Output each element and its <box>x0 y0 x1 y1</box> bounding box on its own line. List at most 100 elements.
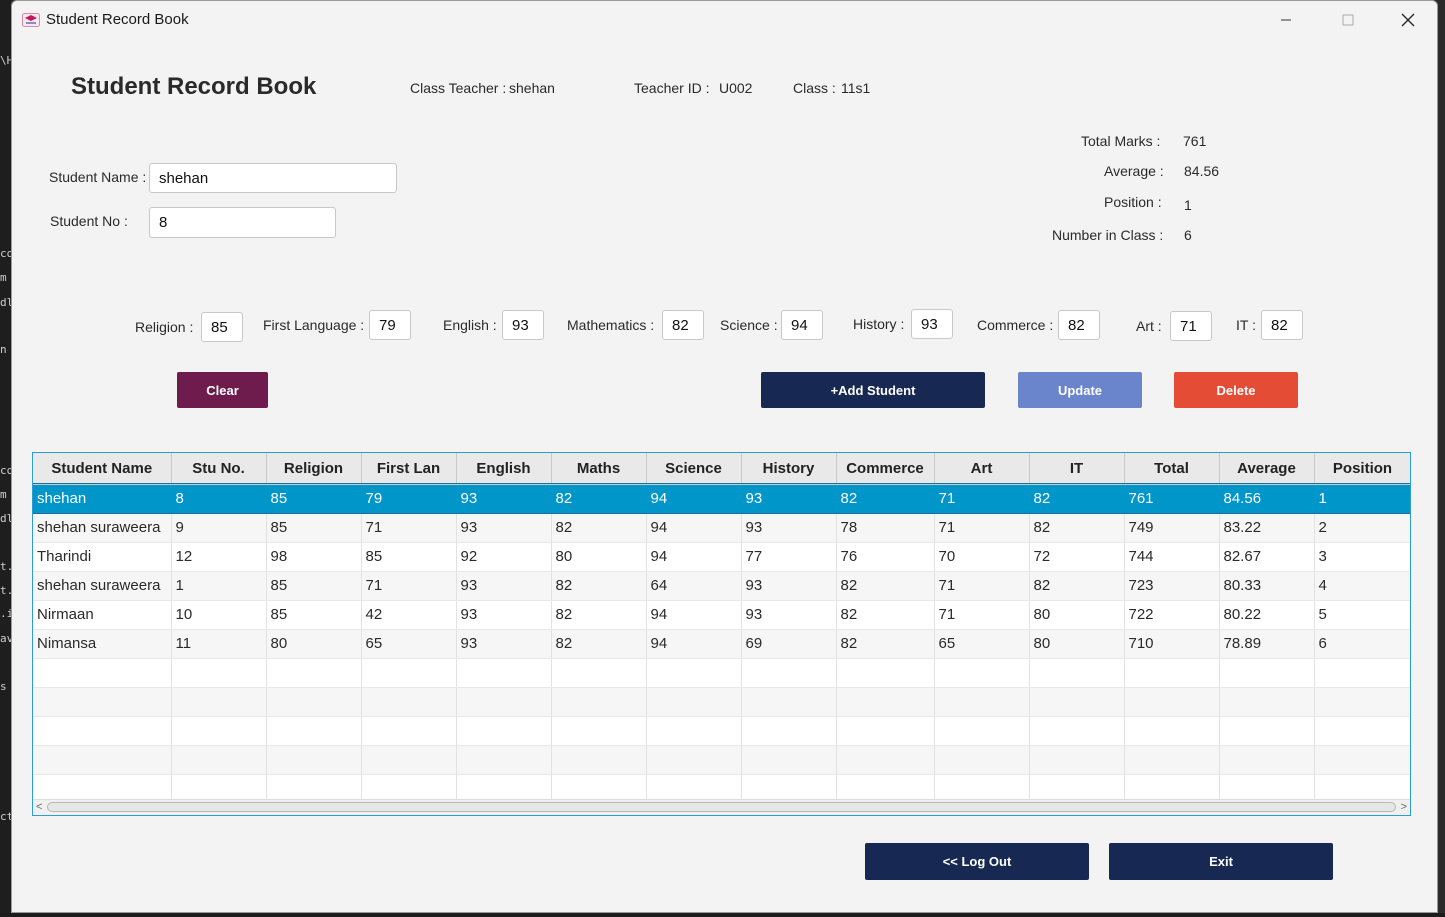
science-input[interactable]: 94 <box>781 310 823 340</box>
table-row-selected[interactable]: shehan 8 85 79 93 82 94 93 82 71 82 761 84.56 1 <box>33 483 1410 514</box>
log-out-button[interactable]: << Log Out <box>865 843 1089 880</box>
table-cell: 72 <box>1029 542 1125 572</box>
table-cell: 93 <box>741 600 837 630</box>
it-input[interactable]: 82 <box>1261 310 1303 340</box>
table-cell: 8 <box>171 484 267 514</box>
table-cell-empty <box>33 658 172 688</box>
table-cell: 80 <box>266 629 362 659</box>
table-cell: Tharindi <box>33 542 172 572</box>
mathematics-input[interactable]: 82 <box>662 310 704 340</box>
religion-input[interactable]: 85 <box>201 312 243 342</box>
table-cell-empty <box>741 745 837 775</box>
english-input[interactable]: 93 <box>502 310 544 340</box>
column-header[interactable]: Science <box>646 453 742 485</box>
table-cell-empty <box>934 716 1030 746</box>
column-header[interactable]: Art <box>934 453 1030 485</box>
table-cell: 4 <box>1314 571 1410 601</box>
column-header[interactable]: Stu No. <box>171 453 267 485</box>
column-header[interactable]: Religion <box>266 453 362 485</box>
table-row-empty[interactable] <box>33 687 1410 717</box>
table-cell: Nimansa <box>33 629 172 659</box>
close-button[interactable] <box>1385 1 1431 39</box>
table-cell: 71 <box>934 484 1030 514</box>
table-cell: 92 <box>456 542 552 572</box>
table-cell: 64 <box>646 571 742 601</box>
delete-button[interactable]: Delete <box>1174 372 1298 408</box>
table-row[interactable]: shehan suraweera 9 85 71 93 82 94 93 78 71 82 749 83… <box>33 513 1410 543</box>
science-label: Science : <box>720 317 778 333</box>
exit-button[interactable]: Exit <box>1109 843 1333 880</box>
religion-label: Religion : <box>135 319 194 335</box>
table-cell-empty <box>456 658 552 688</box>
table-row-empty[interactable] <box>33 716 1410 746</box>
column-header[interactable]: First Lan <box>361 453 457 485</box>
table-row[interactable]: shehan suraweera 1 85 71 93 82 64 93 82 71 82 723 80… <box>33 571 1410 601</box>
table-cell: 93 <box>456 513 552 543</box>
table-cell: 85 <box>361 542 457 572</box>
table-row[interactable]: Nirmaan 10 85 42 93 82 94 93 82 71 80 722 80.22 5 <box>33 600 1410 630</box>
table-row-empty[interactable] <box>33 745 1410 775</box>
title-bar[interactable]: Student Record Book <box>12 1 1437 39</box>
total-marks-label: Total Marks : <box>1081 133 1161 149</box>
table-cell: 1 <box>171 571 267 601</box>
column-header[interactable]: History <box>741 453 837 485</box>
table-cell-empty <box>836 658 935 688</box>
table-cell: 82 <box>551 600 647 630</box>
table-cell: Nirmaan <box>33 600 172 630</box>
table-cell-empty <box>741 687 837 717</box>
table-cell-empty <box>266 716 362 746</box>
teacher-id-value: U002 <box>719 80 753 96</box>
table-cell: 82 <box>836 600 935 630</box>
student-no-input[interactable]: 8 <box>149 207 336 238</box>
art-input[interactable]: 71 <box>1170 311 1212 341</box>
table-cell: 9 <box>171 513 267 543</box>
table-cell-empty <box>1124 716 1220 746</box>
commerce-input[interactable]: 82 <box>1058 310 1100 340</box>
table-row-empty[interactable] <box>33 658 1410 688</box>
table-cell: 42 <box>361 600 457 630</box>
table-cell-empty <box>171 716 267 746</box>
table-cell: 93 <box>741 513 837 543</box>
column-header[interactable]: Student Name <box>33 453 172 485</box>
table-cell: 85 <box>266 484 362 514</box>
column-header[interactable]: IT <box>1029 453 1125 485</box>
table-cell: 71 <box>934 571 1030 601</box>
table-cell: 94 <box>646 600 742 630</box>
scroll-right-icon[interactable]: > <box>1401 801 1407 813</box>
add-student-button[interactable]: +Add Student <box>761 372 985 408</box>
student-name-input[interactable]: shehan <box>149 163 397 193</box>
scroll-left-icon[interactable]: < <box>36 801 42 813</box>
horizontal-scrollbar[interactable]: < > <box>33 799 1410 815</box>
first-language-input[interactable]: 79 <box>369 310 411 340</box>
table-cell: 82 <box>836 629 935 659</box>
column-header[interactable]: Commerce <box>836 453 935 485</box>
table-cell-empty <box>1124 687 1220 717</box>
table-row[interactable]: Tharindi 12 98 85 92 80 94 77 76 70 72 744 82.67 3 <box>33 542 1410 572</box>
table-cell: 5 <box>1314 600 1410 630</box>
column-header[interactable]: Total <box>1124 453 1220 485</box>
table-cell-empty <box>33 716 172 746</box>
table-cell: 11 <box>171 629 267 659</box>
number-in-class-value: 6 <box>1184 227 1192 243</box>
column-header[interactable]: English <box>456 453 552 485</box>
average-label: Average : <box>1104 163 1164 179</box>
update-button[interactable]: Update <box>1018 372 1142 408</box>
clear-button[interactable]: Clear <box>177 372 268 408</box>
table-cell: 98 <box>266 542 362 572</box>
maximize-button[interactable] <box>1325 1 1371 39</box>
column-header[interactable]: Position <box>1314 453 1410 485</box>
table-cell-empty <box>171 687 267 717</box>
table-cell: 744 <box>1124 542 1220 572</box>
column-header[interactable]: Average <box>1219 453 1315 485</box>
table-cell: 82 <box>1029 571 1125 601</box>
history-input[interactable]: 93 <box>911 309 953 339</box>
column-header[interactable]: Maths <box>551 453 647 485</box>
student-table[interactable]: Student Name Stu No. Religion First Lan … <box>32 452 1411 816</box>
scrollbar-thumb[interactable] <box>47 802 1396 812</box>
table-cell-empty <box>171 745 267 775</box>
table-cell: 76 <box>836 542 935 572</box>
table-cell-empty <box>934 658 1030 688</box>
table-cell-empty <box>836 716 935 746</box>
table-row[interactable]: Nimansa 11 80 65 93 82 94 69 82 65 80 710 78.89 6 <box>33 629 1410 659</box>
minimize-button[interactable] <box>1263 1 1309 39</box>
